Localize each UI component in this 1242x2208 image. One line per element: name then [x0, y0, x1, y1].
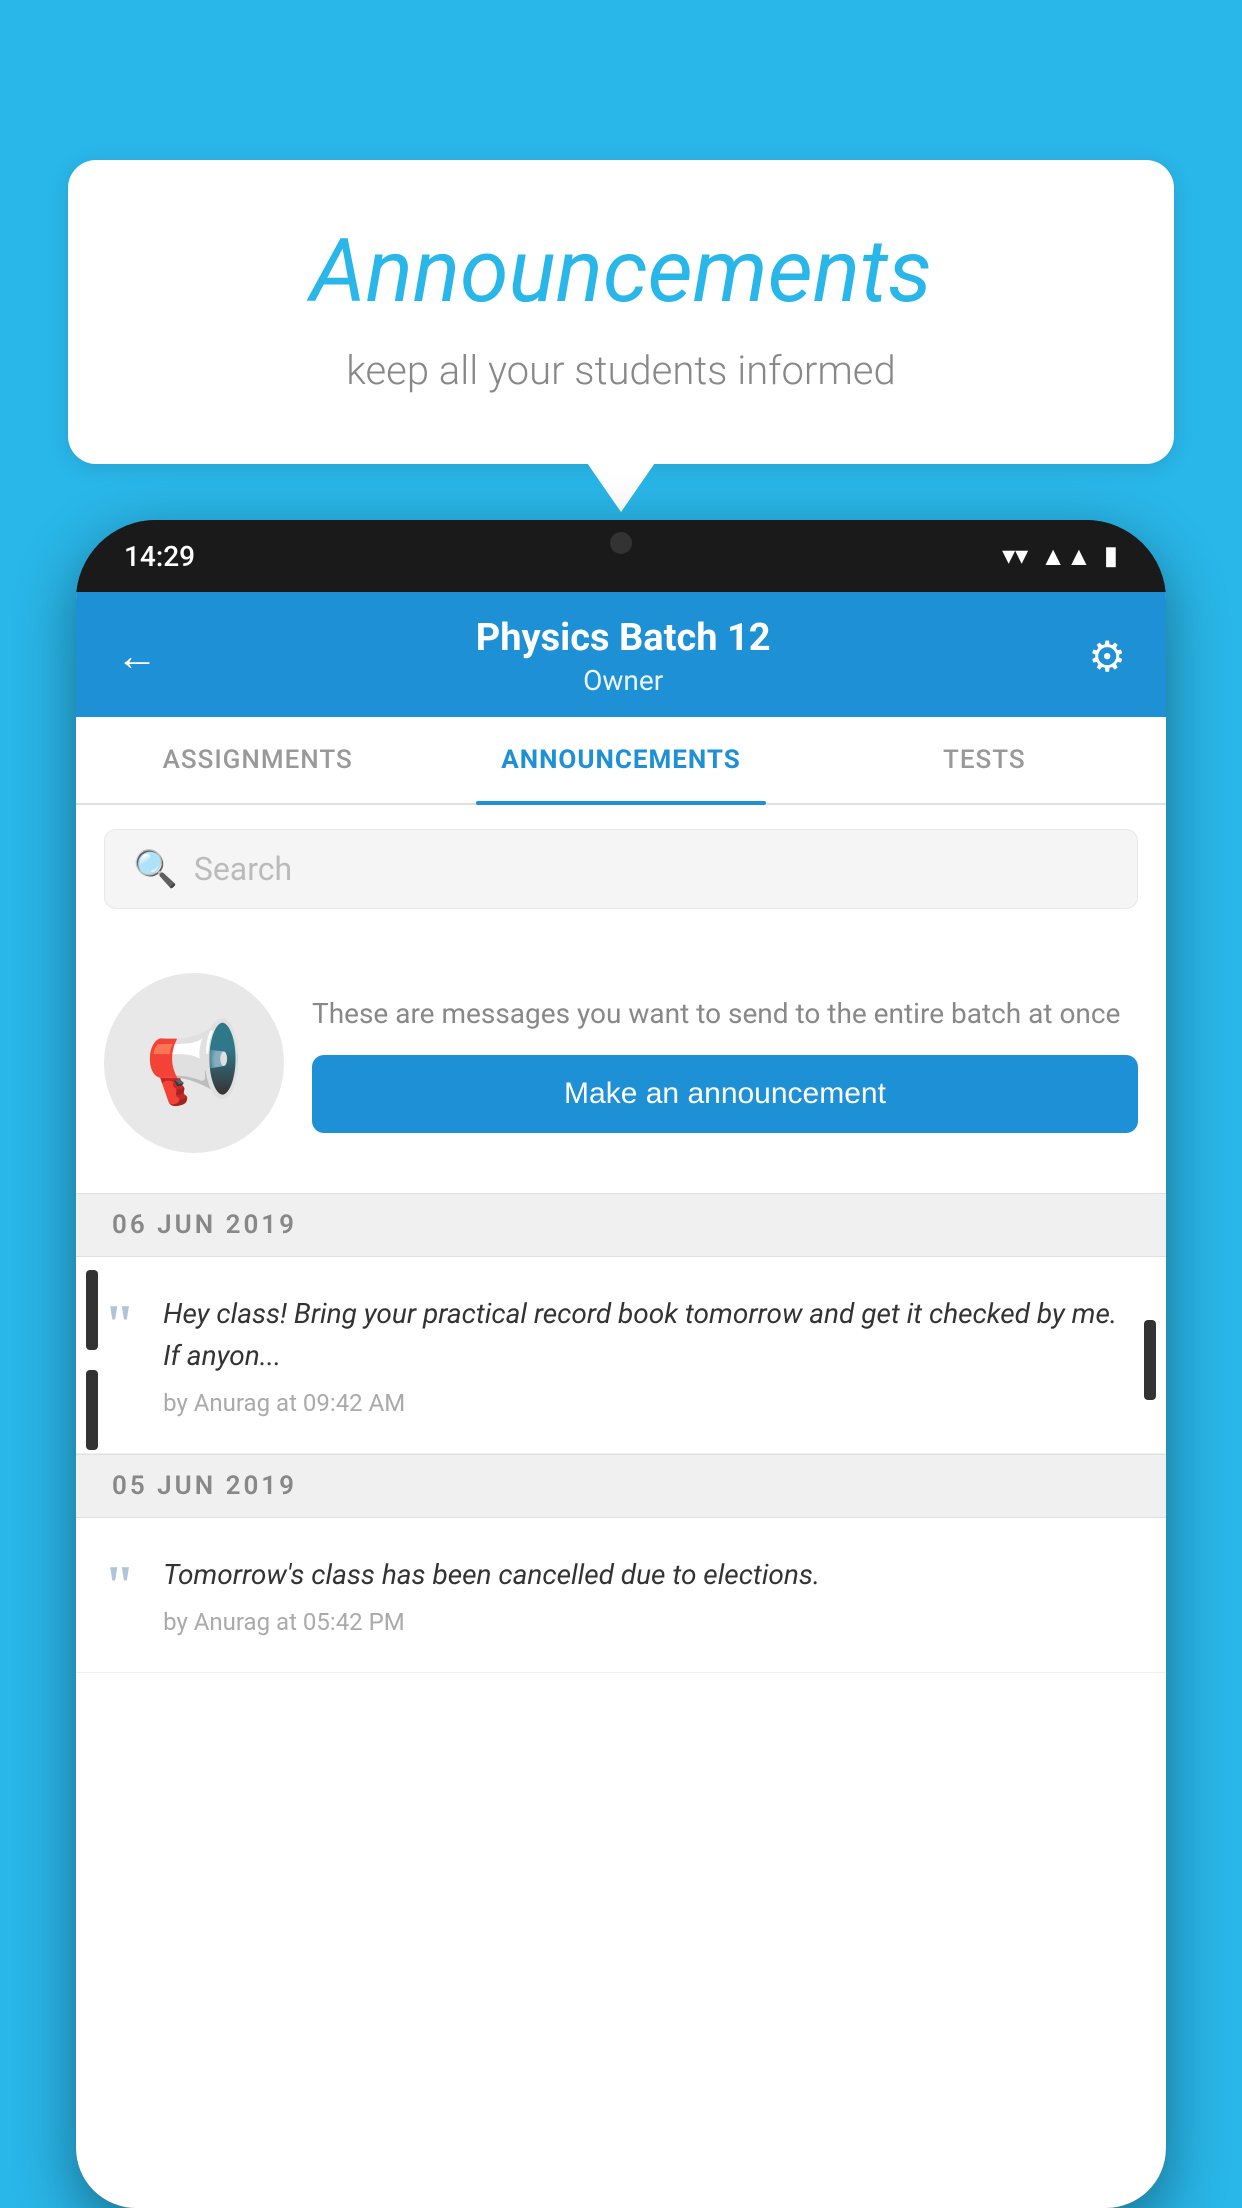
- status-bar: 14:29 ▾▾ ▲▲ ▮: [76, 520, 1166, 592]
- search-placeholder: Search: [194, 850, 292, 888]
- notch: [541, 520, 701, 564]
- quote-icon-2: ": [104, 1558, 135, 1614]
- back-button[interactable]: ←: [116, 632, 158, 681]
- search-icon: 🔍: [133, 848, 178, 890]
- volume-down-button[interactable]: [86, 1370, 98, 1450]
- date-separator-2: 05 JUN 2019: [76, 1454, 1166, 1518]
- announcement-meta-2: by Anurag at 05:42 PM: [163, 1608, 1138, 1636]
- announcement-content-2: Tomorrow's class has been cancelled due …: [163, 1554, 1138, 1636]
- announcement-item-1: " Hey class! Bring your practical record…: [76, 1257, 1166, 1454]
- signal-icon: ▲▲: [1040, 541, 1091, 572]
- power-button-area: [1144, 1320, 1156, 1400]
- volume-buttons: [86, 1270, 98, 1450]
- volume-up-button[interactable]: [86, 1270, 98, 1350]
- battery-icon: ▮: [1104, 541, 1118, 571]
- tab-tests[interactable]: TESTS: [803, 717, 1166, 803]
- promo-description: These are messages you want to send to t…: [312, 993, 1138, 1035]
- announcement-text-1: Hey class! Bring your practical record b…: [163, 1293, 1138, 1377]
- announcement-text-2: Tomorrow's class has been cancelled due …: [163, 1554, 1138, 1596]
- announcement-meta-1: by Anurag at 09:42 AM: [163, 1389, 1138, 1417]
- announcement-promo: 📢 These are messages you want to send to…: [76, 933, 1166, 1193]
- megaphone-icon: 📢: [144, 1016, 244, 1110]
- speech-bubble-subtitle: keep all your students informed: [148, 347, 1094, 394]
- search-bar[interactable]: 🔍 Search: [104, 829, 1138, 909]
- search-container: 🔍 Search: [76, 805, 1166, 933]
- quote-icon-1: ": [104, 1297, 135, 1353]
- status-icons: ▾▾ ▲▲ ▮: [1002, 541, 1118, 572]
- header-role: Owner: [476, 664, 771, 697]
- header-title-area: Physics Batch 12 Owner: [476, 616, 771, 697]
- app-header: ← Physics Batch 12 Owner ⚙: [76, 592, 1166, 717]
- tabs-bar: ASSIGNMENTS ANNOUNCEMENTS TESTS: [76, 717, 1166, 805]
- date-separator-1: 06 JUN 2019: [76, 1193, 1166, 1257]
- phone-screen: ← Physics Batch 12 Owner ⚙ ASSIGNMENTS A…: [76, 592, 1166, 2208]
- front-camera: [610, 532, 632, 554]
- wifi-icon: ▾▾: [1002, 541, 1028, 571]
- speech-bubble-title: Announcements: [148, 220, 1094, 323]
- make-announcement-button[interactable]: Make an announcement: [312, 1055, 1138, 1133]
- speech-bubble: Announcements keep all your students inf…: [68, 160, 1174, 464]
- tab-announcements[interactable]: ANNOUNCEMENTS: [439, 717, 802, 803]
- megaphone-circle: 📢: [104, 973, 284, 1153]
- header-top: ← Physics Batch 12 Owner ⚙: [116, 616, 1126, 717]
- speech-bubble-container: Announcements keep all your students inf…: [68, 160, 1174, 464]
- status-time: 14:29: [124, 540, 195, 573]
- phone-mockup: 14:29 ▾▾ ▲▲ ▮ ← Physics Batch 12 Owner ⚙: [76, 520, 1166, 2208]
- announcement-content-1: Hey class! Bring your practical record b…: [163, 1293, 1138, 1417]
- power-button[interactable]: [1144, 1320, 1156, 1400]
- batch-name: Physics Batch 12: [476, 616, 771, 660]
- tab-assignments[interactable]: ASSIGNMENTS: [76, 717, 439, 803]
- promo-right: These are messages you want to send to t…: [312, 993, 1138, 1133]
- announcement-item-2: " Tomorrow's class has been cancelled du…: [76, 1518, 1166, 1673]
- settings-icon[interactable]: ⚙: [1088, 632, 1126, 682]
